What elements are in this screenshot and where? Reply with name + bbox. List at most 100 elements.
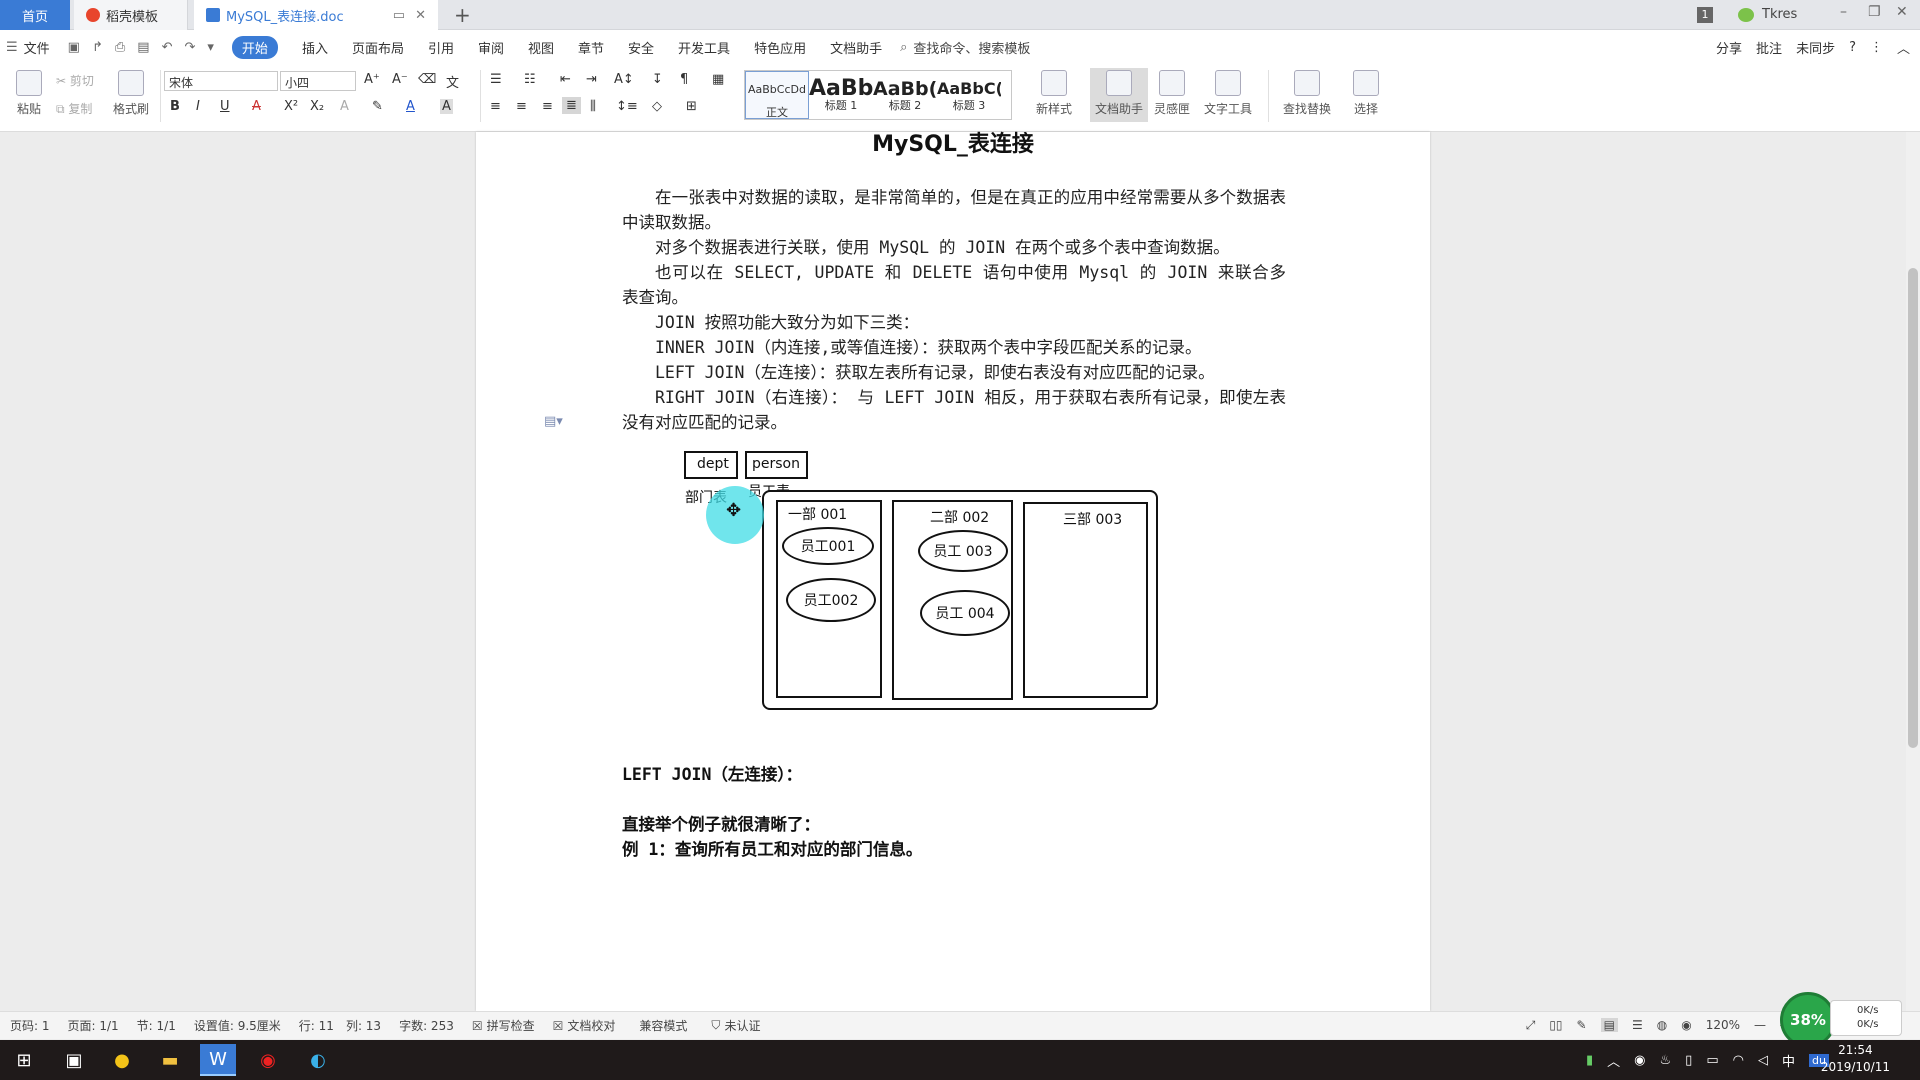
line-spacing-icon[interactable]: ↕≡ [616,99,638,114]
status-pages[interactable]: 页面: 1/1 [68,1017,119,1034]
numbered-list-icon[interactable]: ☷ [524,72,536,87]
paste-button[interactable]: 粘贴 [12,70,46,117]
app-icon-computer[interactable]: ▣ [56,1044,92,1076]
fullscreen-icon[interactable]: ⤢ [1526,1018,1536,1033]
user-avatar[interactable] [1738,8,1754,22]
status-word-count[interactable]: 字数: 253 [399,1017,454,1034]
save-icon[interactable]: ▣ [68,40,80,55]
menu-special-apps[interactable]: 特色应用 [754,38,806,57]
style-normal[interactable]: AaBbCcDd 正文 [745,71,809,119]
decrease-indent-icon[interactable]: ⇤ [560,72,571,87]
sync-status-button[interactable]: 未同步 [1796,38,1835,57]
more-icon[interactable]: ⋮ [1870,40,1883,55]
border-icon[interactable]: ⊞ [686,99,697,114]
strikethrough-icon[interactable]: A [252,99,261,114]
wifi-icon[interactable]: ◠ [1733,1053,1744,1068]
cut-button[interactable]: ✂ 剪切 [56,72,94,89]
style-heading-3[interactable]: AaBbC(标题 3 [937,71,1001,119]
phonetic-icon[interactable]: 文 [446,72,459,91]
align-left-icon[interactable]: ≡ [490,99,501,114]
edit-mode-icon[interactable]: ✎ [1577,1018,1587,1032]
tab-docer-templates[interactable]: 稻壳模板 [74,0,188,30]
tray-app-icon[interactable]: ♨ [1660,1053,1672,1068]
status-proofread[interactable]: 文档校对 [567,1017,615,1034]
menu-references[interactable]: 引用 [428,38,454,57]
font-color-icon[interactable]: A [406,99,415,114]
new-style-button[interactable]: 新样式 [1028,70,1080,117]
scrollbar-thumb[interactable] [1908,268,1918,748]
text-tools-button[interactable]: 文字工具 [1198,70,1258,117]
screen-recorder-icon[interactable]: ◉ [250,1044,286,1076]
shrink-font-icon[interactable]: A⁻ [392,72,408,87]
menu-view[interactable]: 视图 [528,38,554,57]
status-certification[interactable]: 未认证 [724,1017,760,1034]
distribute-icon[interactable]: ⫼ [590,99,596,114]
justify-icon[interactable]: ≣ [562,97,581,114]
file-explorer-icon[interactable]: ▬ [152,1044,188,1076]
print-icon[interactable]: ⎙ [115,40,125,55]
export-icon[interactable]: ↱ [92,40,103,55]
customize-icon[interactable]: ▾ [207,40,214,55]
power-icon[interactable]: ▭ [1706,1053,1718,1068]
increase-indent-icon[interactable]: ⇥ [586,72,597,87]
superscript-icon[interactable]: X² [284,99,298,114]
command-search[interactable]: 查找命令、搜索模板 [913,38,1030,57]
new-tab-button[interactable]: + [454,3,471,27]
status-spell-check[interactable]: 拼写检查 [487,1017,535,1034]
battery-icon[interactable]: ▮ [1586,1053,1593,1068]
zoom-out-icon[interactable]: — [1754,1018,1766,1032]
paragraph-options-icon[interactable]: ▤▾ [544,414,563,429]
find-replace-button[interactable]: 查找替换 [1278,70,1336,117]
web-view-icon[interactable]: ◍ [1657,1018,1667,1032]
subscript-icon[interactable]: X₂ [310,99,324,114]
underline-icon[interactable]: U [220,99,230,114]
menu-start[interactable]: 开始 [231,35,278,59]
browser-icon[interactable]: ◐ [300,1044,336,1076]
tablet-icon[interactable]: ▯ [1685,1053,1692,1068]
font-size-select[interactable]: 小四 [280,71,356,91]
menu-security[interactable]: 安全 [628,38,654,57]
menu-dev-tools[interactable]: 开发工具 [678,38,730,57]
minimize-icon[interactable]: – [1840,4,1847,20]
menu-page-layout[interactable]: 页面布局 [352,38,404,57]
undo-icon[interactable]: ↶ [162,40,173,55]
highlight-icon[interactable]: ✎ [372,99,383,114]
show-hidden-icons[interactable]: ︿ [1607,1051,1620,1070]
style-heading-1[interactable]: AaBb 标题 1 [809,71,873,119]
hamburger-icon[interactable]: ☰ [6,40,18,55]
window-count-badge[interactable]: 1 [1697,7,1713,23]
eye-protection-icon[interactable]: ◉ [1681,1018,1691,1032]
copy-button[interactable]: ⧉ 复制 [56,100,92,117]
windows-start-icon[interactable]: ⊞ [6,1044,42,1076]
italic-icon[interactable]: I [196,99,200,114]
menu-review[interactable]: 审阅 [478,38,504,57]
grow-font-icon[interactable]: A⁺ [364,72,380,87]
menu-insert[interactable]: 插入 [302,38,328,57]
zoom-level[interactable]: 120% [1706,1018,1740,1032]
wps-writer-icon[interactable]: W [200,1044,236,1076]
tab-document[interactable]: MySQL_表连接.doc ▭ ✕ [194,0,438,30]
collapse-ribbon-icon[interactable]: ︿ [1897,38,1910,57]
maximize-icon[interactable]: ❐ [1868,4,1881,20]
doc-assistant-button[interactable]: 文档助手 [1090,68,1148,122]
tab-home[interactable]: 首页 [0,0,70,30]
table-grid-icon[interactable]: ▦ [712,72,724,87]
show-marks-icon[interactable]: ¶ [680,72,688,87]
menu-file[interactable]: 文件 [24,38,50,57]
volume-icon[interactable]: ◁ [1758,1053,1768,1068]
app-icon-bird[interactable]: ● [104,1044,140,1076]
outline-view-icon[interactable]: ☰ [1632,1018,1643,1032]
format-painter-button[interactable]: 格式刷 [110,70,152,117]
select-button[interactable]: 选择 [1346,70,1386,117]
style-heading-2[interactable]: AaBb(标题 2 [873,71,937,119]
inspiration-button[interactable]: 灵感匣 [1152,70,1192,117]
text-direction-icon[interactable]: A↕ [614,72,634,87]
print-preview-icon[interactable]: ▤ [137,40,149,55]
menu-chapter[interactable]: 章节 [578,38,604,57]
align-center-icon[interactable]: ≡ [516,99,527,114]
redo-icon[interactable]: ↷ [184,40,195,55]
close-window-icon[interactable]: ✕ [1896,4,1908,20]
shading-icon[interactable]: ◇ [652,99,662,114]
record-tray-icon[interactable]: ◉ [1634,1053,1645,1068]
char-shading-icon[interactable]: A [440,99,453,114]
